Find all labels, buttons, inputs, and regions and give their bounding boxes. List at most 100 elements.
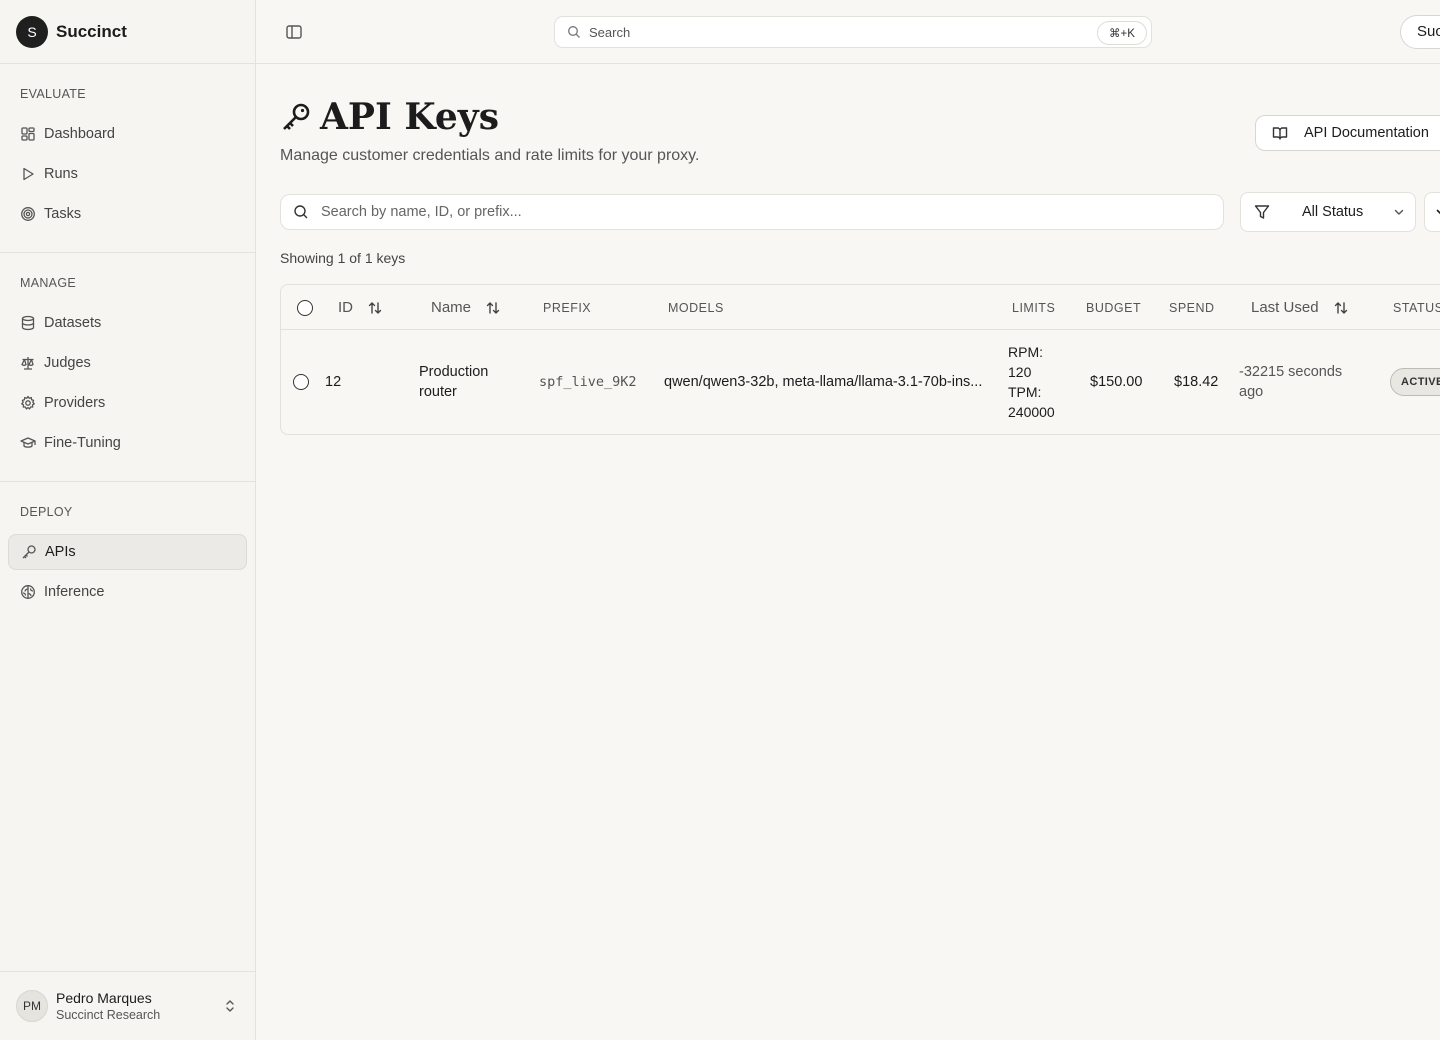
cell-spend: $18.42 — [1174, 374, 1219, 390]
page-title: API Keys — [320, 96, 499, 138]
cell-name-line: router — [419, 384, 457, 400]
brand-logo[interactable]: S — [16, 15, 48, 48]
status-badge: ACTIVE — [1390, 368, 1440, 396]
sidebar-toggle-icon[interactable] — [284, 22, 304, 42]
graduation-cap-icon — [20, 437, 36, 448]
key-icon — [22, 545, 36, 559]
brand-name[interactable]: Succinct — [56, 22, 127, 42]
sidebar-item-apis[interactable]: APIs — [8, 534, 247, 570]
key-search-input[interactable] — [321, 204, 1201, 220]
page-header: API Keys — [280, 96, 499, 138]
sidebar-item-datasets[interactable]: Datasets — [8, 305, 247, 341]
play-icon — [23, 167, 34, 181]
shortcut-badge: ⌘+K — [1097, 21, 1147, 45]
user-info: Pedro Marques Succinct Research — [56, 990, 160, 1022]
chevron-down-icon — [1436, 209, 1440, 215]
limit-rpm-value: 120 — [1008, 364, 1032, 380]
table-header: ID Name PREFIX MODELS LIMITS BUDGET SPEN… — [281, 285, 1440, 330]
column-header-prefix: PREFIX — [543, 300, 592, 315]
sidebar-item-fine-tuning[interactable]: Fine-Tuning — [8, 425, 247, 461]
filter-icon — [1254, 205, 1270, 219]
page-subtitle: Manage customer credentials and rate lim… — [280, 147, 700, 164]
sidebar-item-label: Datasets — [44, 315, 102, 331]
gear-icon — [21, 395, 35, 410]
api-keys-table: ID Name PREFIX MODELS LIMITS BUDGET SPEN… — [280, 284, 1440, 435]
sidebar-item-label: Tasks — [44, 206, 82, 222]
sidebar: S Succinct EVALUATE Dashboard Runs Tasks… — [0, 0, 256, 1040]
sidebar-item-label: Providers — [44, 395, 106, 411]
table-row[interactable]: 12 Production router spf_live_9K2 qwen/q… — [281, 330, 1440, 434]
column-header-name[interactable]: Name — [431, 285, 501, 330]
sort-icon[interactable] — [367, 300, 383, 316]
api-documentation-button[interactable]: API Documentation — [1255, 115, 1440, 151]
section-title: EVALUATE — [20, 87, 86, 101]
chevron-down-icon — [1395, 209, 1404, 215]
sort-icon[interactable] — [1333, 300, 1349, 316]
database-icon — [21, 315, 35, 331]
column-label: Name — [431, 299, 472, 316]
main-content: API Keys Manage customer credentials and… — [256, 64, 1440, 1040]
cell-prefix: spf_live_9K2 — [539, 374, 637, 390]
column-header-budget: BUDGET — [1086, 300, 1142, 315]
sidebar-item-dashboard[interactable]: Dashboard — [8, 116, 247, 152]
sidebar-item-label: Runs — [44, 166, 78, 182]
column-header-status: STATUS — [1393, 300, 1440, 315]
search-icon — [294, 205, 308, 219]
column-header-last-used[interactable]: Last Used — [1251, 285, 1349, 330]
sidebar-item-label: Dashboard — [44, 126, 115, 142]
key-icon — [283, 103, 310, 130]
column-header-models: MODELS — [668, 300, 724, 315]
sidebar-section-manage: MANAGE Datasets Judges Providers Fine-Tu… — [0, 253, 255, 482]
sidebar-item-runs[interactable]: Runs — [8, 156, 247, 192]
sidebar-item-providers[interactable]: Providers — [8, 385, 247, 421]
sidebar-section-evaluate: EVALUATE Dashboard Runs Tasks — [0, 64, 255, 253]
cell-name: Production router — [419, 362, 488, 402]
sidebar-item-inference[interactable]: Inference — [8, 574, 247, 610]
sidebar-item-label: Fine-Tuning — [44, 435, 121, 451]
column-header-id[interactable]: ID — [338, 285, 383, 330]
global-search-placeholder: Search — [589, 24, 631, 40]
cell-budget: $150.00 — [1090, 374, 1143, 390]
search-icon — [568, 26, 580, 38]
target-icon — [21, 207, 35, 221]
scale-icon — [21, 357, 34, 370]
cell-name-line: Production — [419, 364, 489, 380]
result-count: Showing 1 of 1 keys — [280, 250, 406, 266]
row-select-radio[interactable] — [293, 374, 309, 390]
workspace-button[interactable]: Succinct — [1400, 15, 1440, 49]
column-label: ID — [338, 299, 353, 316]
column-label: Last Used — [1251, 299, 1319, 316]
avatar: PM — [16, 990, 48, 1022]
secondary-filter-select[interactable] — [1424, 192, 1440, 232]
select-all-radio[interactable] — [297, 299, 313, 316]
chevron-up-down-icon[interactable] — [223, 998, 237, 1014]
sidebar-section-deploy: DEPLOY APIs Inference — [0, 482, 255, 630]
section-title: DEPLOY — [20, 505, 73, 519]
limit-rpm-label: RPM: — [1008, 344, 1043, 360]
section-title: MANAGE — [20, 276, 76, 290]
api-documentation-label: API Documentation — [1304, 125, 1429, 141]
sidebar-item-judges[interactable]: Judges — [8, 345, 247, 381]
limit-tpm-label: TPM: — [1008, 384, 1042, 400]
sidebar-item-label: Inference — [44, 584, 105, 600]
dashboard-icon — [21, 127, 35, 141]
topbar: Search ⌘+K Succinct — [256, 0, 1440, 64]
cell-id: 12 — [325, 374, 342, 390]
column-header-limits: LIMITS — [1012, 300, 1056, 315]
global-search[interactable]: Search ⌘+K — [554, 16, 1152, 48]
key-search[interactable] — [280, 194, 1224, 230]
user-menu[interactable]: PM Pedro Marques Succinct Research — [0, 971, 255, 1040]
brain-icon — [21, 585, 35, 599]
user-name: Pedro Marques — [56, 990, 152, 1006]
cell-last-used-line: -32215 seconds — [1239, 364, 1343, 380]
user-org: Succinct Research — [56, 1008, 161, 1022]
sidebar-item-tasks[interactable]: Tasks — [8, 196, 247, 232]
sort-icon[interactable] — [485, 300, 501, 316]
select-all-radio-cell — [297, 285, 313, 330]
cell-last-used-line: ago — [1239, 384, 1264, 400]
sidebar-item-label: APIs — [45, 544, 76, 560]
status-filter-select[interactable]: All Status — [1240, 192, 1416, 232]
column-header-spend: SPEND — [1169, 300, 1215, 315]
brand: S Succinct — [0, 0, 255, 64]
book-open-icon — [1272, 127, 1288, 140]
